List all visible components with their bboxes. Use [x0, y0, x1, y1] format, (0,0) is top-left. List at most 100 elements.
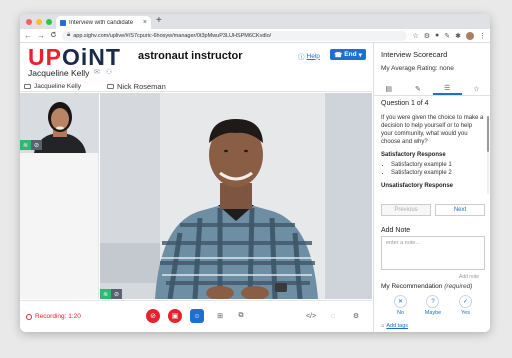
window-controls — [26, 18, 52, 25]
edit-icon: ✎ — [414, 85, 421, 93]
signal-icon: ≋ — [100, 289, 111, 299]
extension-icon[interactable]: ✎ — [444, 32, 450, 40]
add-note-heading: Add Note — [381, 227, 411, 234]
tab-summary[interactable]: ▤ — [374, 82, 403, 95]
note-input[interactable]: enter a note... — [381, 236, 485, 270]
browser-window: Interview with candidate × + ← → 🔒︎ app.… — [20, 14, 490, 332]
end-interview-button[interactable]: ☎ End ▾ — [330, 49, 366, 60]
interviewer-video-frame — [100, 93, 372, 299]
menu-icon[interactable]: ⋮ — [479, 32, 486, 40]
close-tab-icon[interactable]: × — [143, 19, 147, 26]
url-field[interactable]: 🔒︎ app.sighv.com/uplive/#/S7cpuric-6hosy… — [62, 30, 408, 41]
recommend-yes-button[interactable]: ✓ Yes — [458, 295, 472, 316]
profile-icon[interactable]: ⚇ — [106, 68, 112, 76]
tab-rating[interactable]: ☆ — [462, 82, 490, 95]
previous-button[interactable]: Previous — [381, 204, 431, 216]
question-icon: ? — [426, 295, 440, 308]
question-content: If you were given the choice to make a d… — [381, 114, 485, 196]
star-icon: ☆ — [473, 85, 480, 93]
participant-label-bar: Jacqueline Kelly Nick Roseman — [20, 81, 372, 92]
mute-mic-button[interactable]: ⊘ — [146, 309, 160, 323]
participant-thumbnail-video[interactable]: ≋ ⊘ — [20, 93, 99, 153]
extension-icon[interactable]: ⚙ — [424, 32, 430, 40]
add-note-button[interactable]: Add note — [459, 274, 479, 280]
thumb-participant-label: Jacqueline Kelly — [20, 83, 99, 90]
list-item: Satisfactory example 1 — [391, 161, 485, 169]
chat-button[interactable]: ◌ — [326, 309, 340, 323]
add-tags-link[interactable]: ⌂ Add tags — [381, 323, 408, 329]
settings-button[interactable]: ⚙ — [349, 309, 363, 323]
close-window-button[interactable] — [26, 18, 32, 25]
camera-icon — [107, 83, 114, 89]
mic-off-icon: ⊘ — [31, 140, 42, 150]
phone-icon: ☎ — [334, 51, 343, 59]
tab-bar: Interview with candidate × + — [20, 14, 490, 29]
participants-button[interactable]: ☺ — [190, 309, 204, 323]
tag-icon: ⌂ — [381, 323, 385, 329]
mail-icon[interactable]: ✉ — [94, 68, 100, 76]
stop-video-button[interactable]: ▣ — [168, 309, 182, 323]
recommend-maybe-button[interactable]: ? Maybe — [425, 295, 441, 316]
share-screen-icon: ⧉ — [238, 312, 244, 319]
tab-title: Interview with candidate — [69, 19, 134, 26]
scorecard-tabs: ▤ ✎ ☰ ☆ — [374, 82, 490, 96]
average-rating: My Average Rating: none — [381, 65, 454, 72]
code-icon: </> — [305, 312, 317, 320]
maximize-window-button[interactable] — [46, 18, 52, 25]
tab-edit[interactable]: ✎ — [403, 82, 432, 95]
scorecard-panel: Interview Scorecard My Average Rating: n… — [373, 43, 490, 332]
reload-icon — [50, 31, 57, 38]
puzzle-icon[interactable]: ✱ — [455, 32, 461, 40]
tab-questions[interactable]: ☰ — [432, 82, 462, 95]
scorecard-title: Interview Scorecard — [381, 50, 448, 59]
star-icon[interactable]: ☆ — [412, 32, 418, 40]
chevron-down-icon: ▾ — [358, 51, 362, 59]
grid-view-button[interactable]: ⊞ — [213, 309, 227, 323]
browser-tab[interactable]: Interview with candidate × — [56, 16, 151, 29]
minimize-window-button[interactable] — [36, 18, 42, 25]
main-participant-video[interactable]: ≋ ⊘ — [100, 93, 372, 299]
reload-button[interactable] — [50, 31, 57, 40]
person-icon: ☺ — [193, 312, 201, 320]
recording-status: Recording: 1:20 — [26, 313, 81, 320]
extensions: ☆ ⚙ ● ✎ ✱ ⋮ — [412, 31, 486, 40]
list-item: Satisfactory example 2 — [391, 169, 485, 177]
profile-avatar[interactable] — [466, 31, 474, 40]
check-icon: ✓ — [458, 295, 472, 308]
gear-icon: ⚙ — [352, 313, 360, 320]
help-link[interactable]: ⓘ Help — [298, 51, 320, 62]
candidate-name: Jacqueline Kelly — [28, 68, 90, 78]
back-button[interactable]: ← — [24, 31, 32, 40]
main-participant-label: Nick Roseman — [99, 82, 166, 91]
next-button[interactable]: Next — [435, 204, 485, 216]
recommendation-heading: My Recommendation (required) — [381, 283, 473, 290]
lock-icon: 🔒︎ — [67, 32, 71, 38]
question-text: If you were given the choice to make a d… — [381, 115, 484, 145]
recommend-no-button[interactable]: ✕ No — [394, 295, 407, 316]
new-tab-button[interactable]: + — [156, 15, 162, 26]
address-bar: ← → 🔒︎ app.sighv.com/uplive/#/S7cpuric-6… — [20, 29, 490, 43]
share-screen-button[interactable]: ⧉ — [234, 309, 248, 323]
satisfactory-heading: Satisfactory Response — [381, 152, 446, 158]
question-number: Question 1 of 4 — [381, 100, 429, 107]
list-icon: ☰ — [443, 84, 451, 92]
chat-icon: ◌ — [330, 312, 336, 320]
camera-off-icon: ▣ — [171, 313, 179, 320]
signal-icon: ≋ — [20, 140, 31, 150]
favicon-icon — [60, 19, 66, 26]
document-icon: ▤ — [385, 85, 392, 93]
scrollbar-thumb[interactable] — [487, 116, 489, 152]
extension-icon[interactable]: ● — [435, 32, 439, 39]
question-scrollbar[interactable] — [487, 116, 489, 194]
mic-off-icon: ⊘ — [150, 313, 156, 320]
forward-button[interactable]: → — [37, 31, 45, 40]
thumb-status-badges: ≋ ⊘ — [20, 140, 42, 150]
help-icon: ⓘ — [298, 54, 305, 61]
url-text: app.sighv.com/uplive/#/S7cpuric-6hosyw/m… — [73, 32, 272, 39]
question-navigation: Previous Next — [381, 204, 485, 216]
close-icon: ✕ — [394, 295, 407, 308]
unsatisfactory-heading: Unsatisfactory Response — [381, 183, 454, 189]
upoint-logo: UPOiNT — [28, 44, 121, 70]
required-label: (required) — [444, 283, 473, 290]
code-button[interactable]: </> — [304, 309, 318, 323]
